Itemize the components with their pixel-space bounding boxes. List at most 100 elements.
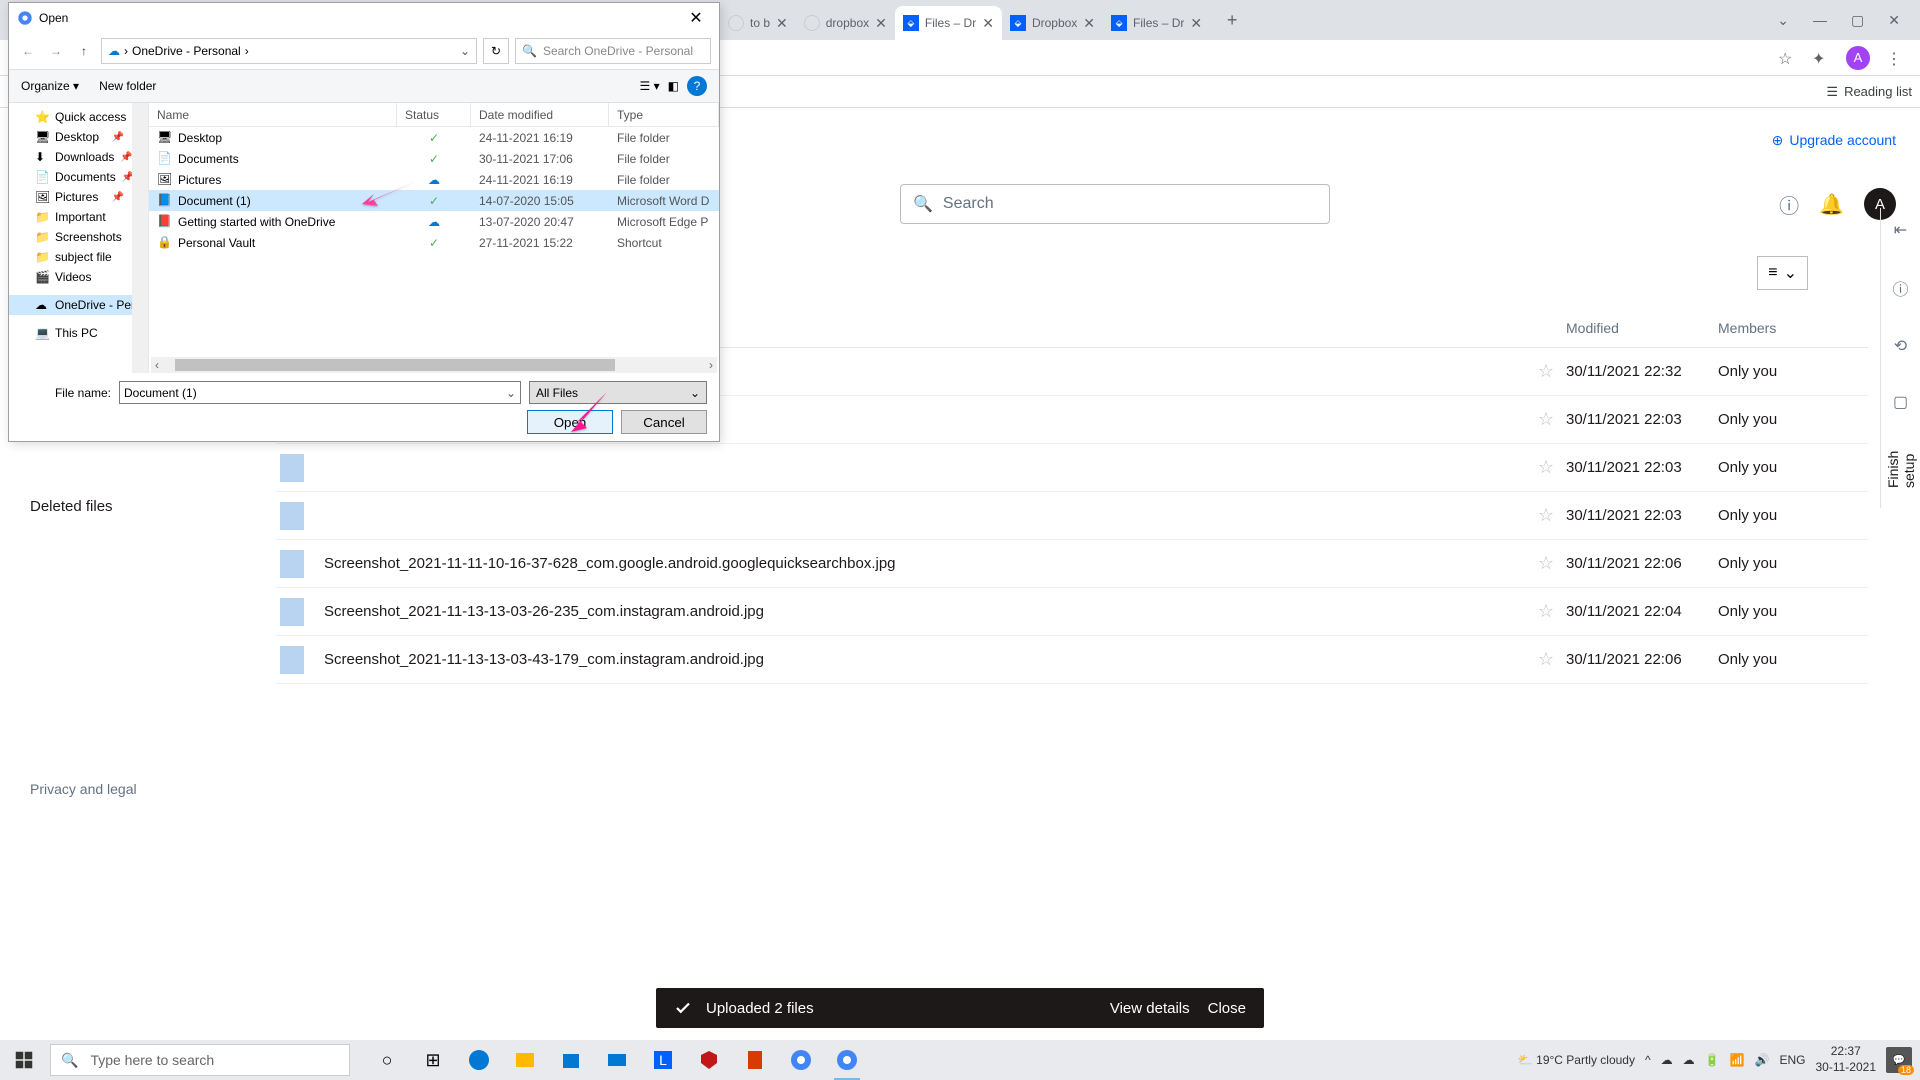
col-date[interactable]: Date modified [471,103,609,126]
path-breadcrumb[interactable]: ☁ › OneDrive - Personal › ⌄ [101,38,477,64]
browser-tab[interactable]: to b✕ [720,6,796,40]
col-type[interactable]: Type [609,103,719,126]
sidebar-item[interactable]: ⬇Downloads📌 [9,147,148,167]
search-input[interactable]: 🔍 Search [900,184,1330,224]
star-button[interactable]: ☆ [1526,457,1566,478]
help-icon[interactable]: ⓘ [1779,190,1799,219]
app-l-icon[interactable]: L [642,1040,684,1080]
browser-tab[interactable]: ⬙Files – Dr✕ [1103,6,1210,40]
new-folder-button[interactable]: New folder [99,79,156,93]
organize-button[interactable]: Organize ▾ [21,79,79,93]
col-members[interactable]: Members [1718,320,1868,337]
office-icon[interactable] [734,1040,776,1080]
maximize-icon[interactable]: ▢ [1851,12,1864,29]
mcafee-icon[interactable] [688,1040,730,1080]
explorer-icon[interactable] [504,1040,546,1080]
extensions-icon[interactable]: ✦ [1812,49,1830,67]
start-button[interactable] [0,1040,48,1080]
mail-icon[interactable] [596,1040,638,1080]
toast-close[interactable]: Close [1208,1000,1246,1017]
chrome-icon[interactable] [780,1040,822,1080]
col-status[interactable]: Status [397,103,471,126]
filename-input[interactable]: Document (1) ⌄ [119,381,521,404]
view-options-button[interactable]: ☰ ▾ [640,79,660,93]
star-button[interactable]: ☆ [1526,361,1566,382]
file-row[interactable]: ☆30/11/2021 22:03Only you [276,444,1868,492]
sidebar-item[interactable]: 📄Documents📌 [9,167,148,187]
file-row[interactable]: Screenshot_2021-11-11-10-16-37-628_com.g… [276,540,1868,588]
nav-privacy[interactable]: Privacy and legal [0,773,240,805]
horizontal-scrollbar[interactable]: ‹ › [151,357,717,373]
chrome-icon-active[interactable] [826,1040,868,1080]
chevron-down-icon[interactable]: ⌄ [1777,12,1789,29]
chevron-down-icon[interactable]: ⌄ [460,44,470,58]
list-row[interactable]: 🖼Pictures☁24-11-2021 16:19File folder [149,169,719,190]
dialog-search[interactable]: 🔍 Search OneDrive - Personal [515,38,711,64]
taskbar-search[interactable]: 🔍 Type here to search [50,1044,350,1076]
file-row[interactable]: Screenshot_2021-11-13-13-03-43-179_com.i… [276,636,1868,684]
star-button[interactable]: ☆ [1526,505,1566,526]
upgrade-account-link[interactable]: ⊕ Upgrade account [1772,132,1896,149]
tray-expand-icon[interactable]: ^ [1645,1053,1651,1067]
list-row[interactable]: 📕Getting started with OneDrive☁13-07-202… [149,211,719,232]
cancel-button[interactable]: Cancel [621,410,707,434]
sidebar-item[interactable]: 📁Important [9,207,148,227]
onedrive-tray-icon[interactable]: ☁ [1661,1053,1673,1067]
collapse-icon[interactable]: ⇤ [1894,220,1907,240]
star-button[interactable]: ☆ [1526,409,1566,430]
tab-close-icon[interactable]: ✕ [982,15,994,32]
edge-icon[interactable] [458,1040,500,1080]
sidebar-item[interactable]: ⭐Quick access [9,107,148,127]
col-modified[interactable]: Modified [1566,320,1718,337]
tab-close-icon[interactable]: ✕ [1190,15,1202,32]
scroll-thumb[interactable] [175,359,615,371]
menu-icon[interactable]: ⋮ [1886,49,1904,67]
sidebar-item[interactable]: 💻This PC [9,323,148,343]
task-view-icon[interactable]: ⊞ [412,1040,454,1080]
file-row[interactable]: Screenshot_2021-11-13-13-03-26-235_com.i… [276,588,1868,636]
minimize-icon[interactable]: — [1813,12,1827,29]
preview-pane-button[interactable]: ◧ [668,79,679,93]
new-tab-button[interactable]: + [1218,6,1246,34]
reading-list-button[interactable]: Reading list [1844,84,1912,99]
refresh-button[interactable]: ↻ [483,38,509,64]
browser-tab[interactable]: ⬙Files – Dr✕ [895,6,1002,40]
col-name[interactable]: Name [149,103,397,126]
up-button[interactable]: ↑ [73,44,95,58]
finish-setup-tab[interactable]: Finish setup [1885,448,1917,488]
dialog-close-button[interactable]: ✕ [681,8,711,28]
cortana-icon[interactable]: ○ [366,1040,408,1080]
store-icon[interactable] [550,1040,592,1080]
file-row[interactable]: ☆30/11/2021 22:03Only you [276,492,1868,540]
sidebar-item[interactable]: 🎬Videos [9,267,148,287]
list-row[interactable]: 🔒Personal Vault✓27-11-2021 15:22Shortcut [149,232,719,253]
nav-deleted-files[interactable]: Deleted files [0,490,240,523]
star-button[interactable]: ☆ [1526,553,1566,574]
weather-widget[interactable]: ⛅ 19°C Partly cloudy [1518,1053,1635,1067]
profile-avatar[interactable]: A [1846,46,1870,70]
browser-tab[interactable]: dropbox✕ [796,6,895,40]
list-row[interactable]: 🖥Desktop✓24-11-2021 16:19File folder [149,127,719,148]
help-button[interactable]: ? [687,76,707,96]
sidebar-item[interactable]: 🖥Desktop📌 [9,127,148,147]
sidebar-item[interactable]: 📁subject file [9,247,148,267]
sidebar-item[interactable]: 📁Screenshots [9,227,148,247]
onedrive-tray-icon-2[interactable]: ☁ [1683,1053,1695,1067]
back-button[interactable]: ← [17,44,39,58]
path-segment[interactable]: OneDrive - Personal [132,44,241,58]
info-icon[interactable]: ⓘ [1892,276,1908,300]
tab-close-icon[interactable]: ✕ [1083,15,1095,32]
wifi-icon[interactable]: 📶 [1730,1053,1745,1067]
tab-close-icon[interactable]: ✕ [776,15,788,32]
notifications-icon[interactable]: 🔔 [1819,192,1844,217]
toast-view-details[interactable]: View details [1110,1000,1190,1017]
view-toggle-button[interactable]: ≡ ⌄ [1757,256,1808,290]
star-icon[interactable]: ☆ [1778,49,1796,67]
language-indicator[interactable]: ENG [1779,1053,1805,1067]
filetype-select[interactable]: All Files⌄ [529,381,707,404]
comment-icon[interactable]: ▢ [1893,392,1908,412]
volume-icon[interactable]: 🔊 [1755,1053,1770,1067]
sidebar-item[interactable]: ☁OneDrive - Person [9,295,148,315]
clock[interactable]: 22:37 30-11-2021 [1816,1044,1877,1075]
list-row[interactable]: 📄Documents✓30-11-2021 17:06File folder [149,148,719,169]
